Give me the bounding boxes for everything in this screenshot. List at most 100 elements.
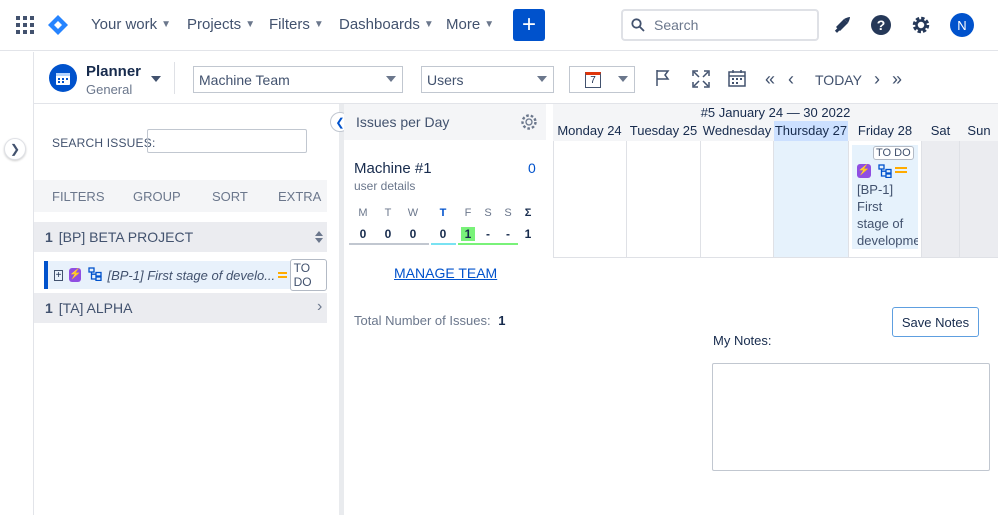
stat-label-sat: S [484,207,492,219]
stat-value-sat: - [486,227,490,241]
chevron-down-icon: ▼ [484,19,495,30]
save-notes-button[interactable]: Save Notes [892,307,979,337]
stat-label-fri: F [464,207,472,219]
double-chevron-right-icon[interactable]: » [892,69,902,90]
total-issues-value: 1 [498,313,506,328]
nav-projects[interactable]: Projects ▼ [187,16,255,33]
help-icon[interactable]: ? [870,14,892,36]
project-count: 1 [45,300,53,316]
calendar-header: #5 January 24 — 30 2022 Monday 24 Tuesda… [553,104,998,141]
machine-card: Machine #1 user details 0 M T W T F S S … [344,141,546,258]
tab-filters[interactable]: FILTERS [52,189,105,204]
chevron-left-icon[interactable]: ‹ [788,69,794,90]
sort-arrows-icon[interactable] [314,230,324,247]
stat-label-tue: T [384,207,392,219]
nav-dashboards[interactable]: Dashboards ▼ [339,16,434,33]
double-chevron-left-icon[interactable]: « [765,69,775,90]
machine-name[interactable]: Machine #1 [354,160,432,177]
day-cell-sunday[interactable] [960,141,998,258]
project-name: [BP] BETA PROJECT [58,229,194,245]
expand-issue-icon[interactable]: + [54,269,63,281]
priority-medium-icon [895,167,907,173]
planner-main: Issues per Day Machine #1 user details 0… [344,104,998,515]
chevron-right-icon[interactable]: › [874,69,880,90]
project-group-alpha[interactable]: 1 [TA] ALPHA › [34,293,327,323]
card-line: developme [857,233,918,248]
today-button[interactable]: TODAY [815,72,862,88]
my-notes-textarea[interactable] [712,363,990,471]
nav-label: Projects [187,16,242,33]
epic-lightning-icon: ⚡ [857,164,871,178]
nav-more[interactable]: More ▼ [446,16,494,33]
settings-gear-icon[interactable] [519,112,539,135]
settings-gear-icon[interactable] [910,14,932,36]
users-select[interactable]: Users [421,66,554,93]
top-navigation: Your work ▼ Projects ▼ Filters ▼ Dashboards… [0,0,998,51]
stat-value-tue: 0 [384,227,392,241]
date-picker-select[interactable]: 7 [569,66,635,93]
toolbar-divider [174,62,175,94]
panel-tabs: FILTERS GROUP SORT EXTRA [34,180,327,212]
notifications-icon[interactable] [831,14,853,36]
stat-underline-today [431,243,456,245]
chevron-right-icon[interactable]: › [317,298,322,316]
search-issues-input[interactable] [147,129,307,153]
planner-logo-icon [49,64,77,92]
project-group-beta[interactable]: 1 [BP] BETA PROJECT [34,222,327,252]
nav-filters[interactable]: Filters ▼ [269,16,324,33]
priority-medium-icon [278,272,287,278]
day-cell-saturday[interactable] [922,141,960,258]
stat-value-fri: 1 [461,227,475,241]
calendar-day-icon: 7 [585,71,601,88]
nav-your-work[interactable]: Your work ▼ [91,16,171,33]
day-header-tuesday: Tuesday 25 [629,123,698,138]
project-name: [TA] ALPHA [58,300,133,316]
search-icon [631,18,645,32]
stat-label-wed: W [407,207,419,219]
team-select-value: Machine Team [199,71,290,88]
day-header-friday: Friday 28 [857,123,913,138]
user-avatar[interactable]: N [950,13,974,37]
chevron-down-icon [537,76,547,82]
issue-title: [BP-1] First stage of develo... [107,267,276,283]
tab-extra[interactable]: EXTRA [278,189,321,204]
machine-details: user details [354,179,416,193]
total-issues: Total Number of Issues: 1 [354,313,505,328]
day-cell-monday[interactable] [553,141,627,258]
project-selector[interactable]: Planner General [86,63,141,97]
search-issues-label: SEARCH ISSUES: [52,136,156,150]
stat-label-sum: Σ [524,207,532,219]
card-line: stage of [857,216,904,231]
chevron-down-icon [618,76,628,82]
day-cell-wednesday[interactable] [701,141,774,258]
issues-per-day-label: Issues per Day [356,114,450,130]
team-select[interactable]: Machine Team [193,66,403,93]
stat-value-thu: 0 [439,227,447,241]
fullscreen-icon[interactable] [692,70,710,88]
jira-logo-icon[interactable] [48,15,68,35]
project-dropdown-icon[interactable] [151,76,161,82]
app-switcher-icon[interactable] [16,16,34,34]
card-line: First [857,199,883,214]
flag-icon[interactable] [654,69,672,87]
day-header-wednesday: Wednesday [702,123,772,138]
stat-underline-weekdays [349,243,429,245]
expand-sidebar-button[interactable]: ❯ [4,138,26,160]
calendar-icon[interactable] [728,69,746,87]
create-button[interactable]: + [513,9,545,41]
epic-lightning-icon: ⚡ [69,268,82,282]
issue-row-bp-1[interactable]: + ⚡ [BP-1] First stage of develo... TO D… [44,259,327,291]
manage-team-link[interactable]: MANAGE TEAM [394,265,497,281]
day-header-saturday: Sat [930,123,951,138]
issues-per-day-header: Issues per Day [344,104,546,140]
tab-sort[interactable]: SORT [212,189,248,204]
day-cell-tuesday[interactable] [627,141,701,258]
tab-group[interactable]: GROUP [133,189,181,204]
day-cell-thursday[interactable] [774,141,849,258]
search-input[interactable]: Search [621,9,819,41]
day-header-sunday: Sun [967,123,991,138]
calendar-issue-card[interactable]: TO DO ⚡ [BP-1] First stage of developme [852,145,918,249]
nav-label: Filters [269,16,310,33]
svg-text:?: ? [877,17,886,33]
stat-value-sun: - [506,227,510,241]
